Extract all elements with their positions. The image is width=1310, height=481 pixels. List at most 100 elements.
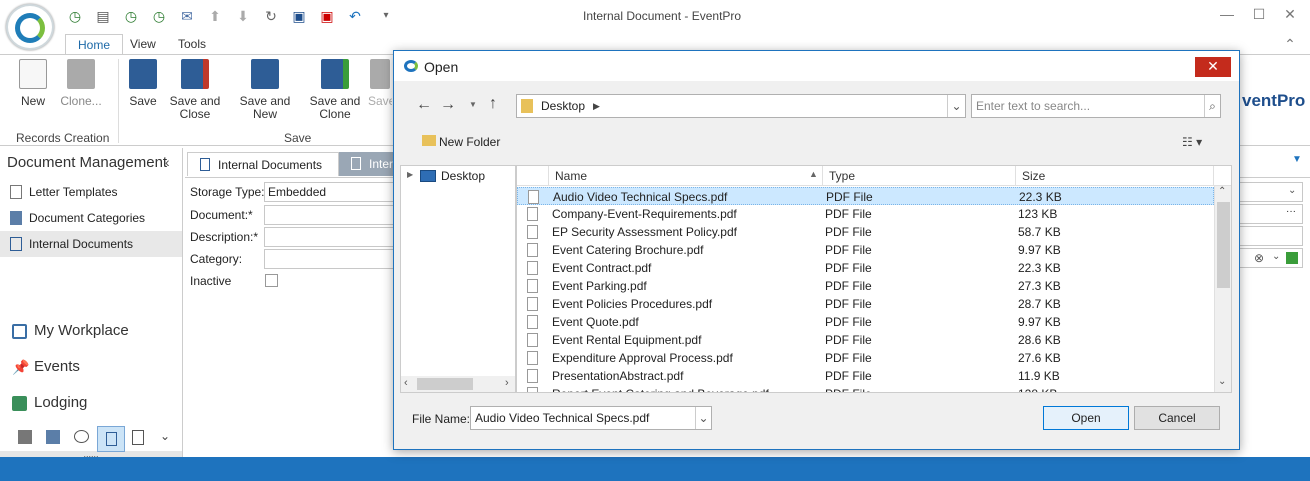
ellipsis-icon[interactable]: ··· xyxy=(1286,206,1296,217)
undo-icon[interactable]: ↶ xyxy=(347,8,363,24)
sidebar-item-document-categories[interactable]: Document Categories xyxy=(0,205,182,231)
file-size: 22.3 KB xyxy=(1019,190,1062,204)
search-input[interactable]: Enter text to search... ⌕ xyxy=(971,94,1221,118)
column-type[interactable]: Type xyxy=(823,166,1016,186)
scroll-thumb[interactable] xyxy=(417,378,473,390)
clock-icon[interactable]: ◷ xyxy=(151,8,167,24)
workplace-events[interactable]: 📌 Events xyxy=(0,350,182,384)
view-options-icon[interactable]: ☷ ▾ xyxy=(1182,135,1202,149)
file-row[interactable]: Audio Video Technical Specs.pdf PDF File 2… xyxy=(517,187,1214,205)
inactive-checkbox[interactable] xyxy=(265,274,278,287)
save-close-icon[interactable]: ▣ xyxy=(319,8,335,24)
save-and-new-button[interactable]: Save and New xyxy=(228,59,302,121)
storage-type-select-right[interactable]: ⌄ xyxy=(1237,182,1303,202)
tab-internal-documents[interactable]: Internal Documents xyxy=(187,152,339,176)
new-folder-button[interactable]: New Folder xyxy=(439,135,500,149)
file-row[interactable]: Event Catering Brochure.pdf PDF File 9.97 … xyxy=(517,241,1214,259)
venue-icon[interactable] xyxy=(18,430,32,444)
file-row[interactable]: Report Event Catering and Beverage.pdf PD… xyxy=(517,385,1214,392)
chat-icon[interactable] xyxy=(74,430,89,443)
scroll-thumb[interactable] xyxy=(1217,202,1230,288)
documents-shortcut-button[interactable] xyxy=(97,426,125,452)
chevron-right-icon[interactable]: ▶ xyxy=(593,95,600,117)
arrow-down-icon[interactable]: ⬇ xyxy=(235,8,251,24)
app-logo-icon xyxy=(404,60,418,72)
new-button[interactable]: New xyxy=(14,59,52,108)
maximize-icon[interactable]: ☐ xyxy=(1249,6,1269,24)
reload-icon[interactable]: ↻ xyxy=(263,8,279,24)
customize-icon[interactable]: ▾ xyxy=(378,8,394,24)
tab-home[interactable]: Home xyxy=(65,34,124,54)
scroll-right-icon[interactable]: › xyxy=(505,377,509,389)
nav-item-desktop[interactable]: Desktop xyxy=(441,169,485,183)
tab-tools[interactable]: Tools xyxy=(166,34,218,54)
document-field-right[interactable]: ··· xyxy=(1237,204,1303,224)
minimize-icon[interactable]: — xyxy=(1217,6,1237,24)
arrow-up-icon[interactable]: ⬆ xyxy=(207,8,223,24)
file-name-dropdown-icon[interactable]: ⌄ xyxy=(695,407,711,429)
sidebar-item-internal-documents[interactable]: Internal Documents xyxy=(0,231,182,257)
category-field[interactable] xyxy=(264,249,394,269)
save-partial-button[interactable]: Save xyxy=(368,59,392,108)
clock-icon[interactable]: ◷ xyxy=(123,8,139,24)
workplace-my-workplace[interactable]: My Workplace xyxy=(0,314,182,348)
clear-icon[interactable]: ⊗ xyxy=(1254,251,1264,265)
cancel-button[interactable]: Cancel xyxy=(1134,406,1220,430)
description-field[interactable] xyxy=(264,227,394,247)
save-and-clone-button[interactable]: Save and Clone xyxy=(308,59,362,121)
tab-view[interactable]: View xyxy=(118,34,168,54)
file-row[interactable]: Event Parking.pdf PDF File 27.3 KB xyxy=(517,277,1214,295)
file-row[interactable]: Event Policies Procedures.pdf PDF File 28.… xyxy=(517,295,1214,313)
file-name-input[interactable]: Audio Video Technical Specs.pdf ⌄ xyxy=(470,406,712,430)
add-category-icon[interactable] xyxy=(1286,252,1298,264)
dialog-close-button[interactable]: ✕ xyxy=(1195,57,1231,77)
storage-type-select[interactable]: Embedded xyxy=(264,182,394,202)
more-chevron-icon[interactable]: ⌄ xyxy=(160,429,170,443)
file-size: 9.97 KB xyxy=(1018,315,1061,329)
document-field[interactable] xyxy=(264,205,394,225)
file-row[interactable]: Company-Event-Requirements.pdf PDF File 12… xyxy=(517,205,1214,223)
open-button[interactable]: Open xyxy=(1043,406,1129,430)
forward-arrow-icon[interactable]: → xyxy=(440,96,456,114)
vertical-scrollbar[interactable]: ⌃ ⌄ xyxy=(1214,186,1231,392)
collapse-sidebar-icon[interactable]: ‹ xyxy=(165,154,170,170)
sidebar-item-letter-templates[interactable]: Letter Templates xyxy=(0,179,182,205)
column-name[interactable]: Name xyxy=(549,166,823,186)
lodging-icon xyxy=(12,396,27,411)
up-arrow-icon[interactable]: ↑ xyxy=(489,95,497,113)
save-button[interactable]: Save xyxy=(125,59,161,108)
search-icon[interactable]: ⌕ xyxy=(1204,95,1220,117)
chevron-down-icon[interactable]: ⌄ xyxy=(1272,251,1280,262)
address-dropdown-icon[interactable]: ⌄ xyxy=(947,95,965,117)
clone-button[interactable]: Clone... xyxy=(57,59,105,108)
category-field-right[interactable]: ⊗ ⌄ xyxy=(1237,248,1303,268)
file-row[interactable]: PresentationAbstract.pdf PDF File 11.9 KB xyxy=(517,367,1214,385)
checklist-icon[interactable] xyxy=(132,430,144,445)
tab-internal-document[interactable]: Intern xyxy=(339,152,393,176)
back-arrow-icon[interactable]: ← xyxy=(416,96,432,114)
scroll-down-icon[interactable]: ⌄ xyxy=(1218,376,1226,387)
address-bar[interactable]: Desktop ▶ ⌄ xyxy=(516,94,966,118)
recent-dropdown-icon[interactable]: ▼ xyxy=(469,100,477,109)
file-row[interactable]: Event Quote.pdf PDF File 9.97 KB xyxy=(517,313,1214,331)
column-size[interactable]: Size xyxy=(1016,166,1214,186)
tabs-dropdown-icon[interactable]: ▼ xyxy=(1292,154,1302,165)
expand-icon[interactable]: ▶ xyxy=(407,170,413,179)
mail-icon[interactable]: ✉ xyxy=(179,8,195,24)
building-icon[interactable] xyxy=(46,430,60,444)
refresh-icon[interactable]: ◷ xyxy=(67,8,83,24)
scroll-left-icon[interactable]: ‹ xyxy=(404,377,408,389)
scroll-up-icon[interactable]: ⌃ xyxy=(1218,186,1226,197)
description-field-right[interactable] xyxy=(1237,226,1303,246)
document-icon[interactable]: ▤ xyxy=(95,8,111,24)
file-row[interactable]: Event Contract.pdf PDF File 22.3 KB xyxy=(517,259,1214,277)
close-icon[interactable]: ✕ xyxy=(1280,6,1300,24)
file-row[interactable]: Expenditure Approval Process.pdf PDF File… xyxy=(517,349,1214,367)
save-and-close-button[interactable]: Save and Close xyxy=(168,59,222,121)
letter-icon xyxy=(10,185,22,199)
file-row[interactable]: EP Security Assessment Policy.pdf PDF Fil… xyxy=(517,223,1214,241)
workplace-lodging[interactable]: Lodging xyxy=(0,386,182,420)
nav-horizontal-scrollbar[interactable]: ‹ › xyxy=(401,376,515,392)
save-icon[interactable]: ▣ xyxy=(291,8,307,24)
file-row[interactable]: Event Rental Equipment.pdf PDF File 28.6 K… xyxy=(517,331,1214,349)
